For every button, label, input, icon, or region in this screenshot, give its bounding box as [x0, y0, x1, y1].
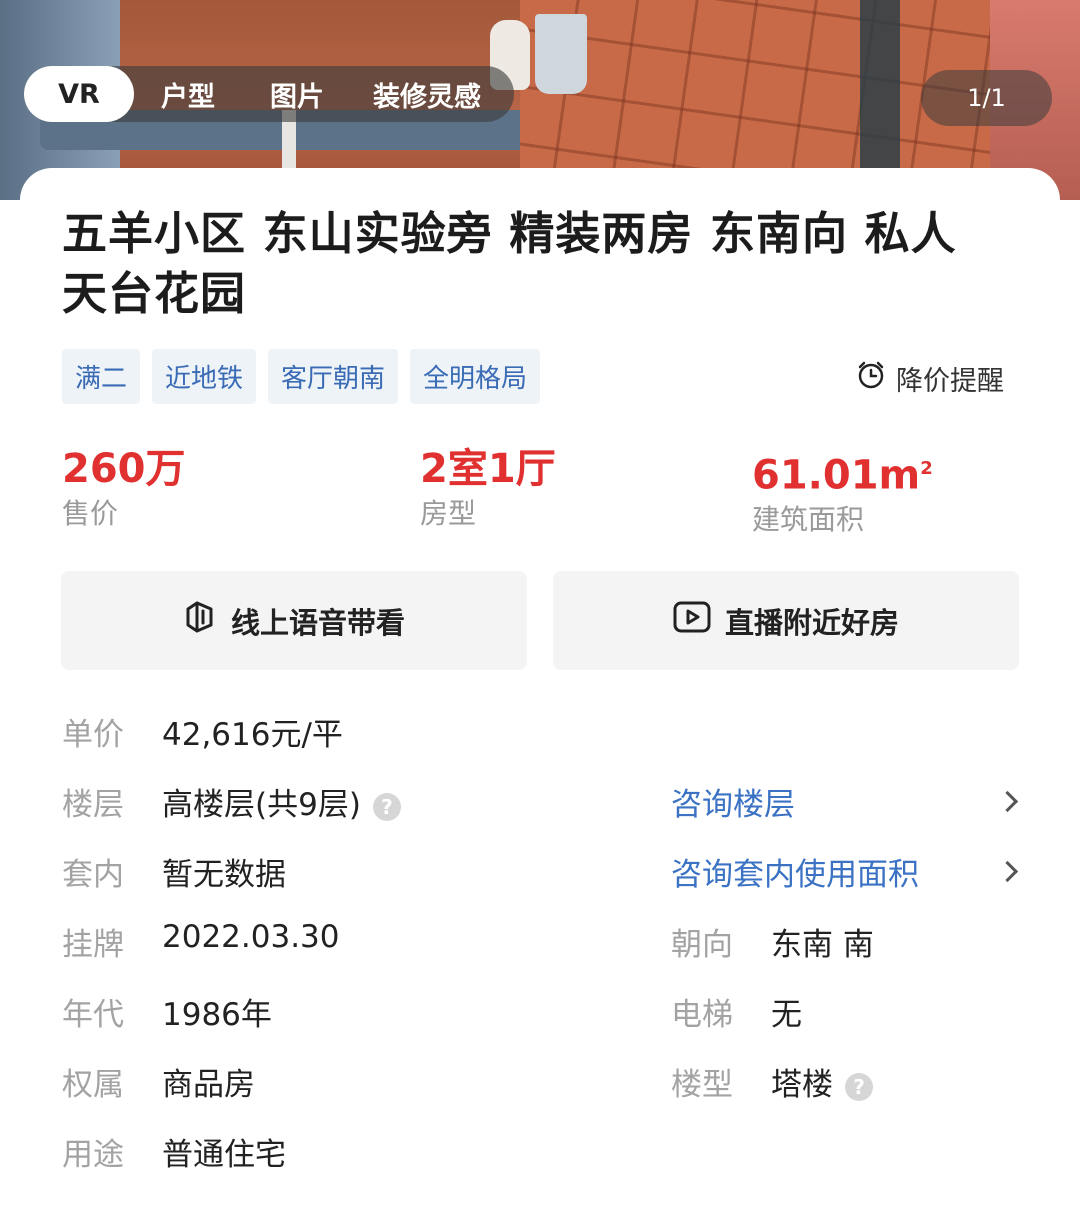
- voice-tour-label: 线上语音带看: [230, 605, 405, 640]
- elevator-value: 无: [771, 997, 802, 1033]
- price-label: 售价: [62, 497, 119, 530]
- ask-floor-link[interactable]: 咨询楼层: [671, 779, 795, 824]
- tag-item: 满二: [62, 349, 141, 404]
- voice-tour-icon: [183, 599, 217, 642]
- usage-label: 用途: [62, 1137, 124, 1173]
- gallery-tabs: VR 户型 图片 装修灵感: [24, 66, 514, 122]
- listing-title: 五羊小区 东山实验旁 精装两房 东南向 私人天台花园: [62, 207, 957, 320]
- year-label: 年代: [62, 997, 124, 1033]
- tab-decor-ideas[interactable]: 装修灵感: [352, 66, 502, 122]
- price-alert-button[interactable]: 降价提醒: [856, 356, 1004, 400]
- area-value: 61.01m2: [752, 452, 933, 499]
- tab-floorplan[interactable]: 户型: [134, 66, 242, 122]
- orientation-value: 东南 南: [771, 927, 874, 963]
- floor-label: 楼层: [62, 787, 124, 823]
- usage-value: 普通住宅: [162, 1137, 286, 1173]
- live-stream-label: 直播附近好房: [724, 605, 899, 640]
- voice-tour-button[interactable]: 线上语音带看: [61, 571, 527, 670]
- year-value: 1986年: [162, 997, 272, 1033]
- orientation-label: 朝向: [671, 927, 733, 963]
- layout-value: 2室1厅: [420, 446, 556, 492]
- play-video-icon: [673, 600, 711, 641]
- alarm-clock-icon: [856, 360, 886, 397]
- area-label: 建筑面积: [752, 503, 865, 537]
- stat-area: 61.01m2 建筑面积: [752, 444, 933, 540]
- unit-price-label: 单价: [62, 717, 124, 753]
- stat-layout: 2室1厅 房型: [420, 444, 556, 534]
- ownership-label: 权属: [62, 1067, 124, 1103]
- photo-bucket: [535, 14, 587, 94]
- floor-value: 高楼层(共9层)?: [162, 779, 401, 824]
- building-type-value: 塔楼?: [771, 1059, 873, 1104]
- tag-item: 客厅朝南: [268, 349, 399, 404]
- inner-area-value: 暂无数据: [162, 857, 286, 893]
- price-alert-label: 降价提醒: [896, 365, 1004, 397]
- inner-area-label: 套内: [62, 857, 124, 893]
- unit-price-value: 42,616元/平: [162, 717, 343, 753]
- price-value: 260万: [62, 446, 186, 492]
- help-icon[interactable]: ?: [845, 1072, 873, 1101]
- live-stream-button[interactable]: 直播附近好房: [553, 571, 1019, 670]
- tab-photos[interactable]: 图片: [242, 66, 352, 122]
- building-type-label: 楼型: [671, 1067, 733, 1103]
- photo-counter: 1/1: [921, 70, 1052, 126]
- tag-item: 全明格局: [410, 349, 541, 404]
- listed-label: 挂牌: [62, 927, 124, 963]
- ownership-value: 商品房: [162, 1067, 255, 1103]
- layout-label: 房型: [420, 497, 477, 530]
- tag-item: 近地铁: [152, 349, 257, 404]
- help-icon[interactable]: ?: [372, 792, 401, 821]
- tab-vr[interactable]: VR: [24, 66, 134, 122]
- ask-inner-area-link[interactable]: 咨询套内使用面积: [671, 849, 919, 894]
- listed-value: 2022.03.30: [162, 919, 340, 955]
- listing-card: [20, 168, 1060, 1208]
- stat-price: 260万 售价: [62, 444, 186, 534]
- elevator-label: 电梯: [671, 997, 733, 1033]
- feature-tags: 满二 近地铁 客厅朝南 全明格局: [62, 349, 541, 404]
